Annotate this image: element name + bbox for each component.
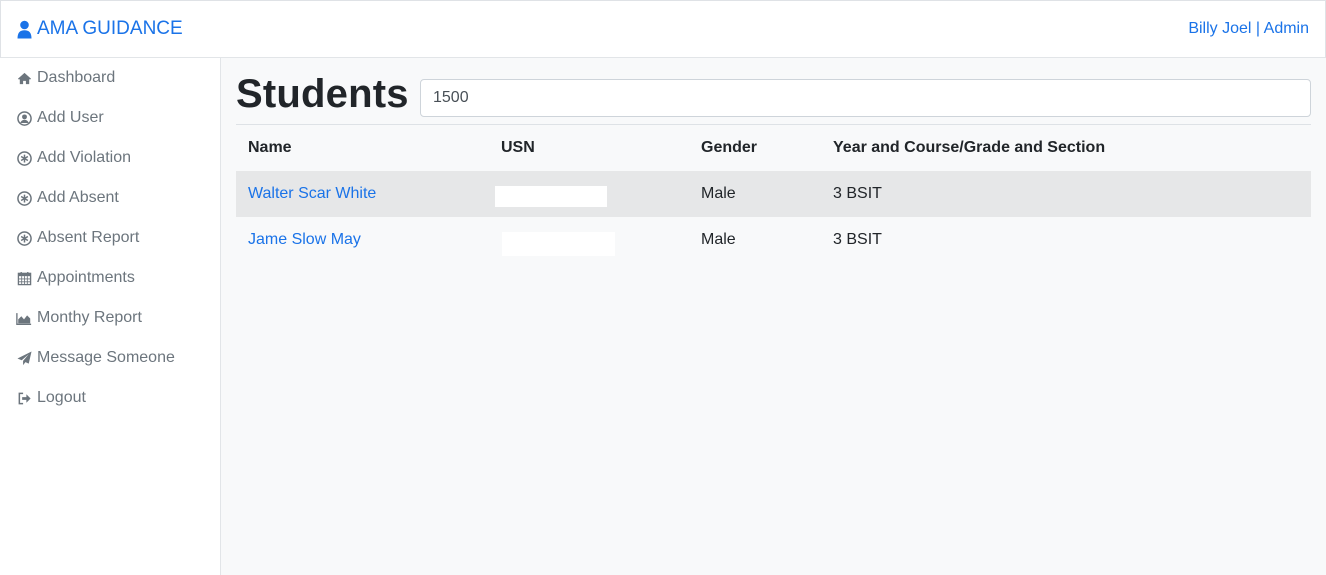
user-circle-icon: [16, 110, 32, 126]
sidebar-item-label: Message Someone: [37, 349, 175, 366]
page-title: Students: [236, 72, 409, 116]
asterisk-circle-icon: [16, 190, 32, 206]
calendar-icon: [16, 270, 32, 286]
year-course-cell: 3 BSIT: [833, 185, 882, 202]
sidebar-item-label: Absent Report: [37, 229, 140, 246]
sidebar-item-label: Logout: [37, 389, 86, 406]
area-chart-icon: [16, 310, 32, 326]
search-input[interactable]: [420, 79, 1311, 117]
gender-cell: Male: [701, 185, 736, 202]
paper-plane-icon: [16, 350, 32, 366]
brand-link[interactable]: AMA GUIDANCE: [17, 18, 183, 40]
column-header-year-course: Year and Course/Grade and Section: [833, 139, 1106, 156]
sidebar-item-dashboard[interactable]: Dashboard: [16, 67, 115, 89]
table-header: Name USN Gender Year and Course/Grade an…: [236, 125, 1311, 171]
column-header-gender: Gender: [701, 139, 758, 156]
sidebar-item-label: Add Violation: [37, 149, 131, 166]
asterisk-circle-icon: [16, 150, 32, 166]
gender-cell: Male: [701, 231, 736, 248]
sidebar-item-label: Add User: [37, 109, 104, 126]
column-header-name: Name: [248, 139, 292, 156]
sidebar-item-add-violation[interactable]: Add Violation: [16, 147, 131, 169]
user-separator: |: [1251, 20, 1264, 37]
usn-redacted: [502, 232, 615, 256]
sidebar-item-label: Add Absent: [37, 189, 119, 206]
student-name-link[interactable]: Walter Scar White: [248, 185, 376, 203]
sidebar-item-add-user[interactable]: Add User: [16, 107, 104, 129]
main-content: Students Name USN Gender Year and Course…: [221, 58, 1326, 575]
sidebar-item-logout[interactable]: Logout: [16, 387, 86, 409]
students-table: Name USN Gender Year and Course/Grade an…: [236, 125, 1311, 263]
sidebar-item-label: Dashboard: [37, 69, 116, 86]
top-navbar: AMA GUIDANCE Billy Joel | Admin: [0, 0, 1326, 58]
sidebar-item-monthy-report[interactable]: Monthy Report: [16, 307, 142, 329]
brand-label: AMA GUIDANCE: [37, 18, 183, 39]
sidebar: Dashboard Add User Add Violation Add Abs…: [0, 58, 221, 575]
year-course-cell: 3 BSIT: [833, 231, 882, 248]
user-role[interactable]: Admin: [1264, 20, 1309, 37]
sidebar-item-add-absent[interactable]: Add Absent: [16, 187, 119, 209]
user-menu[interactable]: Billy Joel | Admin: [1188, 20, 1309, 38]
table-row[interactable]: Jame Slow May Male 3 BSIT: [236, 217, 1311, 263]
student-name-link[interactable]: Jame Slow May: [248, 231, 361, 249]
user-icon: [17, 20, 32, 39]
column-header-usn: USN: [501, 139, 535, 156]
home-icon: [16, 70, 32, 86]
sidebar-item-message-someone[interactable]: Message Someone: [16, 347, 175, 369]
usn-redacted: [495, 186, 607, 207]
table-row[interactable]: Walter Scar White Male 3 BSIT: [236, 171, 1311, 217]
user-name[interactable]: Billy Joel: [1188, 20, 1251, 37]
sidebar-item-absent-report[interactable]: Absent Report: [16, 227, 139, 249]
sign-out-icon: [16, 390, 32, 406]
sidebar-item-appointments[interactable]: Appointments: [16, 267, 135, 289]
sidebar-item-label: Appointments: [37, 269, 135, 286]
sidebar-item-label: Monthy Report: [37, 309, 142, 326]
asterisk-circle-icon: [16, 230, 32, 246]
